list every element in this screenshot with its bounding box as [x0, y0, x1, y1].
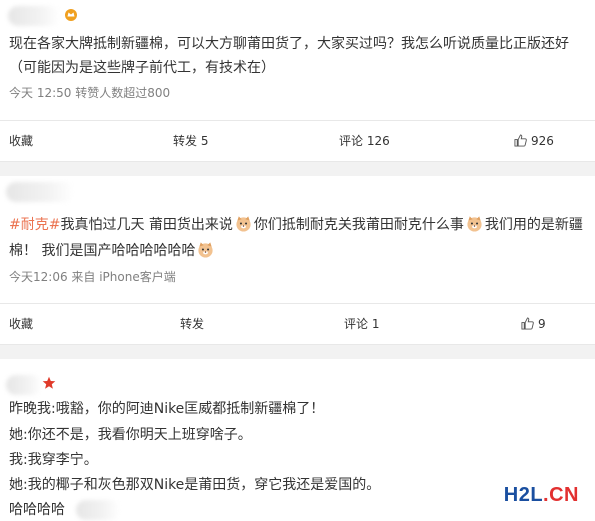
action-bar-2: 收藏 转发 评论 1 9 — [0, 303, 595, 345]
comment-line: 她:你还不是，我看你明天上班穿啥子。 — [9, 427, 252, 443]
thumbs-up-icon — [514, 134, 527, 147]
like-button[interactable]: 926 — [514, 121, 554, 161]
repost-button[interactable]: 转发 — [180, 304, 204, 344]
site-watermark-logo: H2L.CN — [504, 484, 579, 507]
post-meta: 今天 12:50 转赞人数超过800 — [9, 86, 171, 100]
comment-button[interactable]: 评论 126 — [339, 121, 390, 161]
favorite-button[interactable]: 收藏 — [9, 121, 33, 161]
like-count: 926 — [531, 134, 554, 148]
post-separator — [0, 345, 595, 359]
comment-line: 我:我穿李宁。 — [9, 452, 98, 468]
doge-cat-emoji-icon — [467, 216, 482, 232]
like-button[interactable]: 9 — [521, 304, 546, 344]
like-count: 9 — [538, 317, 546, 331]
post-1: 现在各家大牌抵制新疆棉，可以大方聊莆田货了，大家买过吗？我怎么听说质量比正版还好… — [0, 0, 595, 115]
action-bar-1: 收藏 转发 5 评论 126 926 — [0, 120, 595, 162]
comment-button[interactable]: 评论 1 — [344, 304, 379, 344]
favorite-button[interactable]: 收藏 — [9, 304, 33, 344]
post-meta: 今天12:06 来自 iPhone客户端 — [9, 270, 176, 284]
username-blurred[interactable] — [8, 6, 60, 26]
comment-line: 昨晚我:哦豁，你的阿迪Nike匡威都抵制新疆棉了！ — [9, 401, 325, 417]
username-blurred[interactable] — [6, 182, 74, 202]
post-text-line-2: 棉！ 我们是国产哈哈哈哈哈哈 — [9, 240, 593, 262]
post-text-line-1: #耐克#我真怕过几天 莆田货出来说 你们抵制耐克关我莆田耐克什么事 我们用的是新疆 — [9, 214, 593, 236]
blurred-text — [76, 500, 120, 520]
watermark-part-2: .CN — [543, 484, 579, 506]
post-separator — [0, 162, 595, 176]
doge-cat-emoji-icon — [198, 242, 214, 258]
hashtag-link[interactable]: #耐克# — [9, 217, 60, 233]
crown-badge-icon — [64, 8, 78, 25]
post-text-line-1: 现在各家大牌抵制新疆棉，可以大方聊莆田货了，大家买过吗？我怎么听说质量比正版还好 — [9, 36, 569, 52]
text-segment: 你们抵制耐克关我莆田耐克什么事 — [253, 217, 464, 233]
watermark-part-1: H2L — [503, 484, 544, 506]
post-text-line-2: （可能因为是这些牌子前代工，有技术在） — [9, 60, 275, 76]
text-segment: 我真怕过几天 莆田货出来说 — [60, 217, 233, 233]
text-segment: 我们用的是新疆 — [484, 217, 583, 233]
doge-cat-emoji-icon — [236, 216, 251, 232]
repost-button[interactable]: 转发 5 — [173, 121, 208, 161]
red-star-badge-icon — [42, 376, 56, 394]
thumbs-up-icon — [521, 317, 534, 330]
post-2: #耐克#我真怕过几天 莆田货出来说 你们抵制耐克关我莆田耐克什么事 我们用的是新疆 … — [0, 176, 595, 296]
username-blurred[interactable] — [6, 375, 42, 395]
text-segment: 棉！ 我们是国产哈哈哈哈哈哈 — [9, 243, 196, 259]
